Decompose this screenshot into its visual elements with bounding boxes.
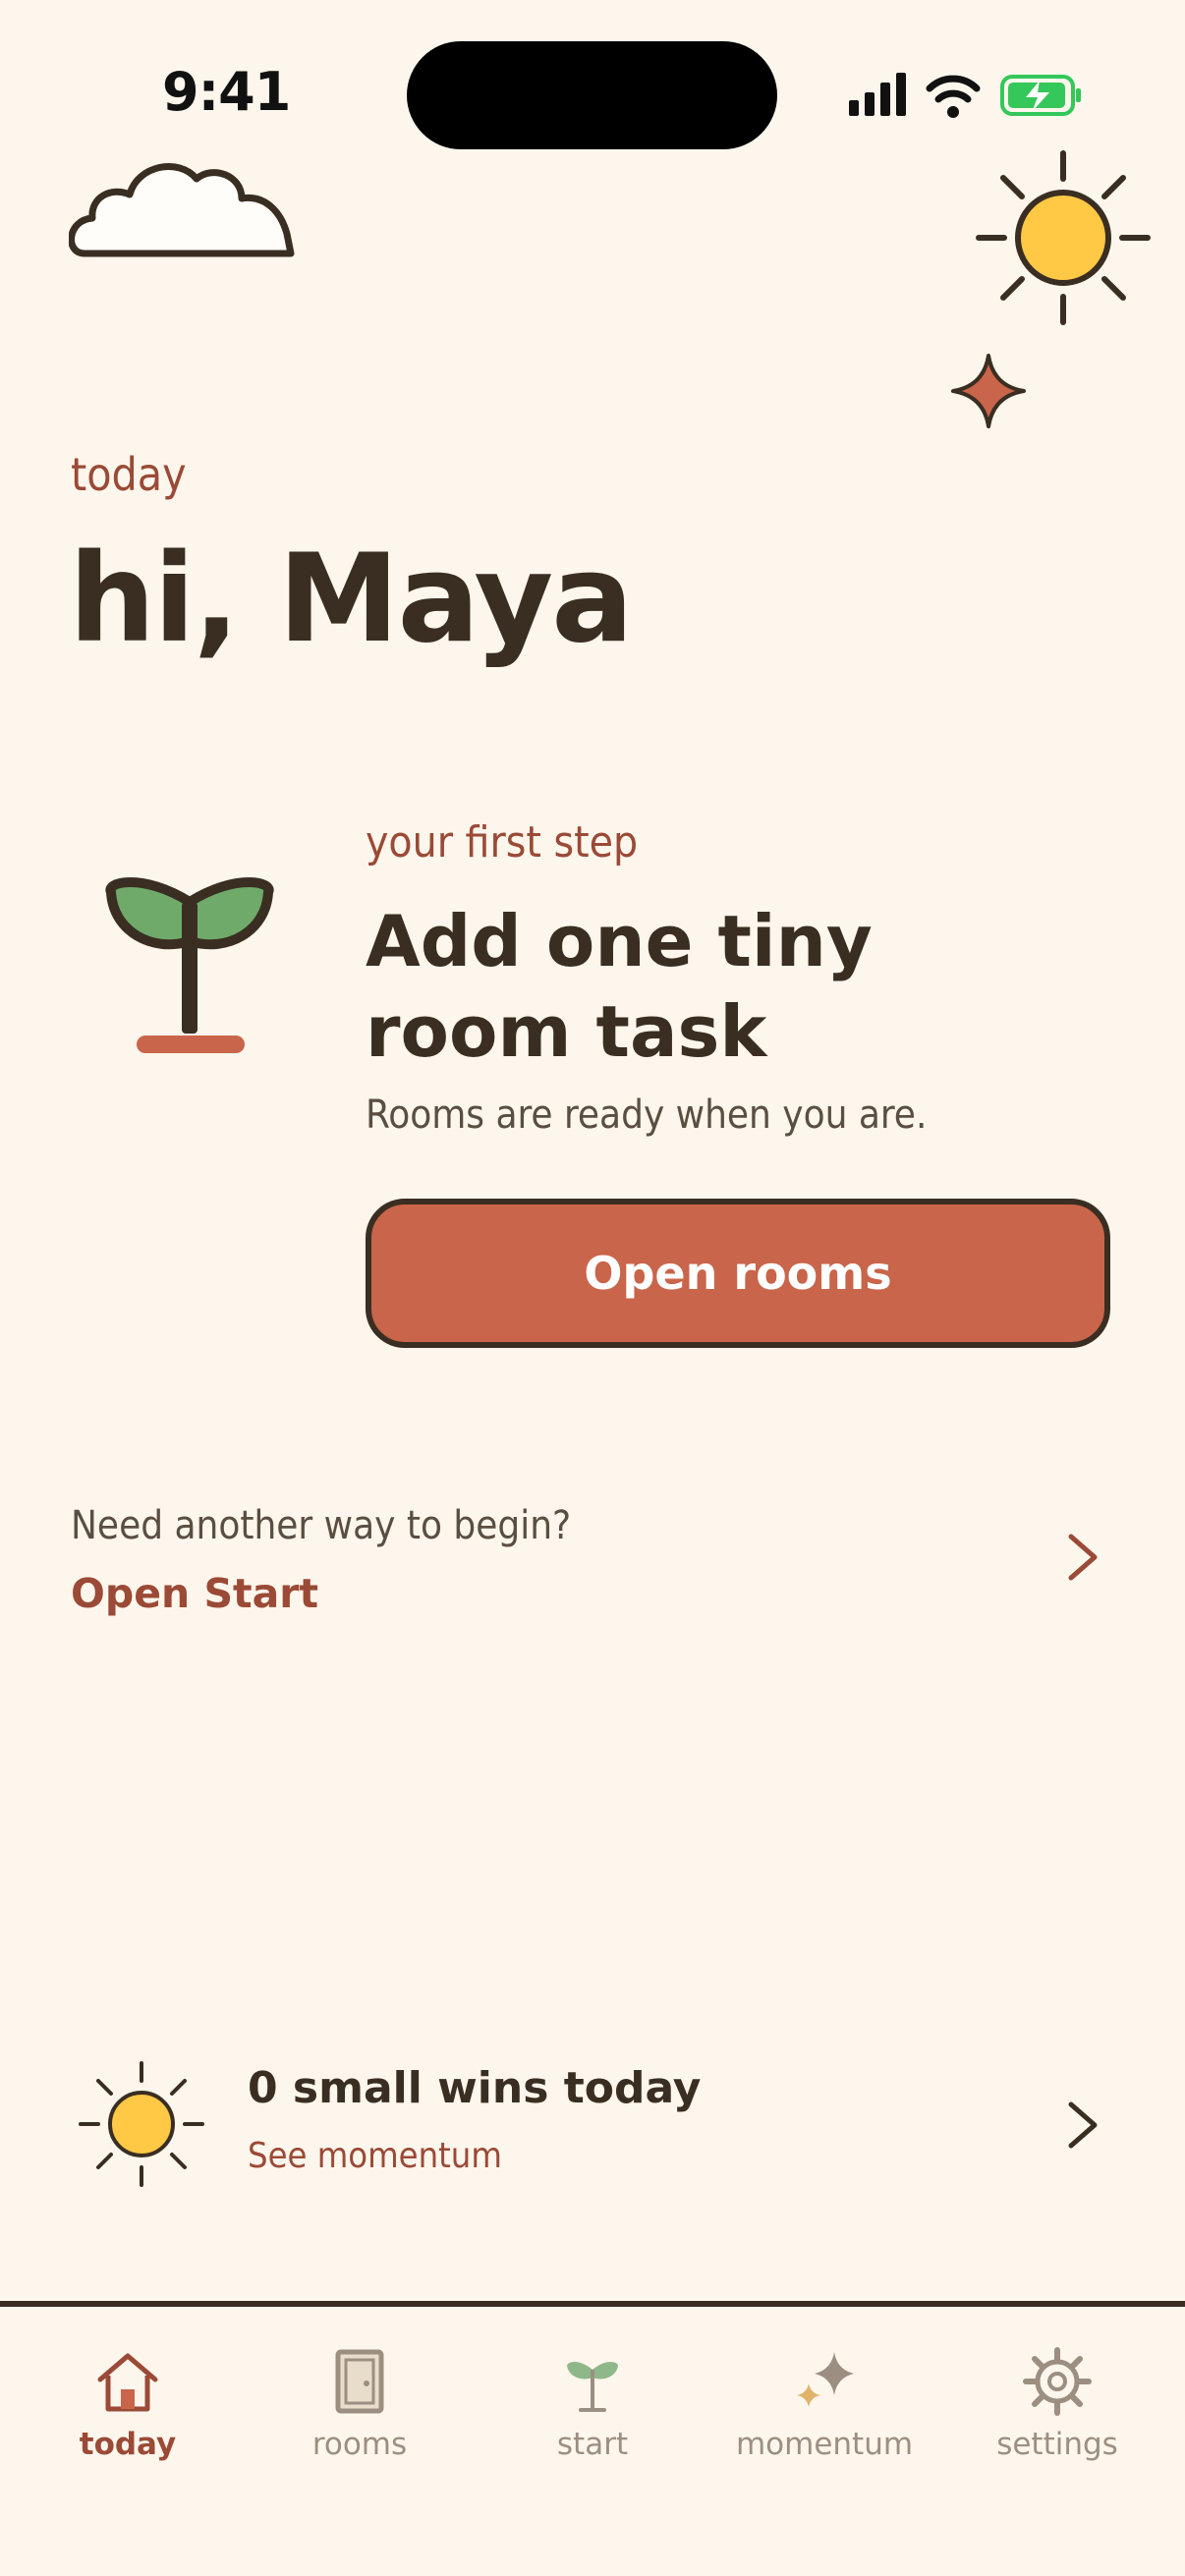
tab-bar: today rooms start momentum settings [0,2307,1185,2576]
status-time: 9:41 [162,61,291,123]
alt-start-question: Need another way to begin? [71,1503,572,1548]
greeting-title: hi, Maya [69,529,634,670]
cloud-icon [69,163,295,257]
battery-charging-icon [1000,75,1081,116]
tab-today[interactable]: today [29,2346,226,2462]
card-eyebrow: your first step [366,817,639,868]
cellular-signal-icon [849,73,906,116]
tab-start[interactable]: start [494,2346,691,2462]
wins-title: 0 small wins today [248,2063,702,2113]
card-subtitle: Rooms are ready when you are. [366,1092,928,1138]
sun-icon [976,150,1151,325]
tab-rooms[interactable]: rooms [261,2346,458,2462]
page-eyebrow: today [71,448,187,501]
door-icon [335,2349,384,2414]
tab-momentum[interactable]: momentum [726,2346,923,2462]
dynamic-island [407,41,777,149]
chevron-right-icon[interactable] [1065,2100,1100,2150]
sprout-icon [567,2362,618,2412]
card-title: Add one tiny room task [366,900,873,1073]
open-rooms-button[interactable]: Open rooms [366,1199,1110,1348]
tab-label: today [79,2427,177,2462]
home-icon [97,2353,158,2412]
tab-settings[interactable]: settings [959,2346,1156,2462]
chevron-right-icon[interactable] [1065,1533,1100,1582]
tab-label: start [556,2427,629,2462]
gear-icon [1023,2347,1092,2416]
sparkle-icon [951,354,1026,428]
sprout-icon [105,877,274,1053]
tab-label: settings [996,2427,1118,2462]
tab-label: momentum [735,2427,914,2462]
sparkles-icon [797,2352,854,2407]
see-momentum-link[interactable]: See momentum [248,2136,502,2176]
open-start-link[interactable]: Open Start [71,1570,318,1617]
wifi-icon [926,75,981,118]
tab-label: rooms [311,2427,408,2462]
status-icons [849,73,1081,118]
sun-small-icon [79,2061,204,2187]
